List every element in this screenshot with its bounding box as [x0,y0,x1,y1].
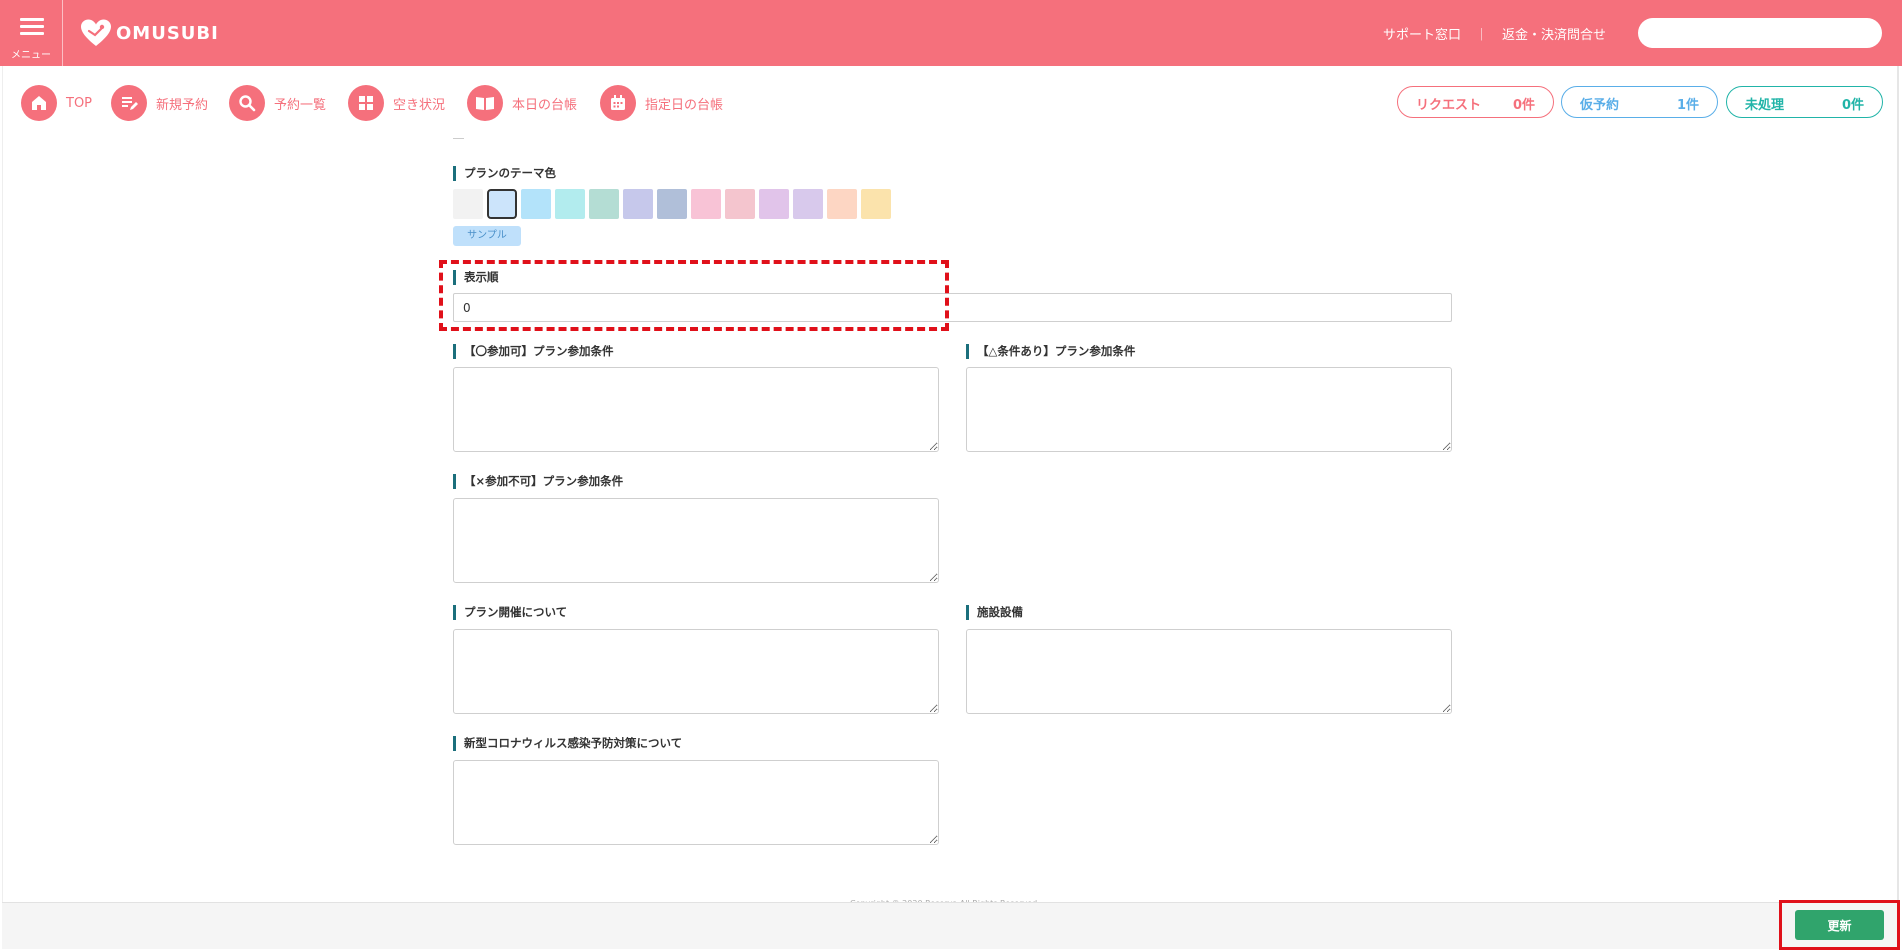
counter-value: 0件 [1512,98,1535,113]
color-swatch[interactable] [861,189,891,219]
heart-logo-icon [81,19,111,46]
nav-item-availability[interactable]: 空き状況 [348,84,445,122]
edit-list-icon [111,85,147,121]
search-icon [229,85,265,121]
support-link[interactable]: サポート窓口 [1383,24,1461,43]
nav-item-date-ledger[interactable]: 指定日の台帳 [600,84,723,122]
header-separator: ｜ [1474,28,1488,43]
hamburger-icon [20,18,44,36]
unprocessed-counter[interactable]: 未処理 0件 [1726,86,1883,118]
color-swatch[interactable] [555,189,585,219]
color-swatch[interactable] [759,189,789,219]
menu-button[interactable]: メニュー [0,0,63,66]
nav-label: TOP [66,95,93,111]
update-button[interactable]: 更新 [1795,910,1884,940]
facilities-textarea[interactable] [966,629,1452,714]
nav-item-top[interactable]: TOP [21,84,92,122]
footer-bar [2,902,1900,949]
color-swatch[interactable] [521,189,551,219]
calendar-icon [600,85,636,121]
color-swatch[interactable] [589,189,619,219]
cond-ok-textarea[interactable] [453,367,939,452]
cond-partial-textarea[interactable] [966,367,1452,452]
divider [453,138,464,139]
grid-icon [348,85,384,121]
color-swatch[interactable] [827,189,857,219]
counter-value: 0件 [1841,98,1864,113]
color-swatch[interactable] [793,189,823,219]
color-swatch[interactable] [623,189,653,219]
color-swatch[interactable] [487,189,517,219]
counter-label: 未処理 [1745,98,1785,113]
color-swatch[interactable] [657,189,687,219]
provisional-counter[interactable]: 仮予約 1件 [1561,86,1718,118]
logo-text: OMUSUBI [116,22,219,44]
counter-label: リクエスト [1416,98,1482,113]
cond-ok-label: 【〇参加可】プラン参加条件 [453,344,614,359]
facilities-label: 施設設備 [966,605,1023,620]
book-icon [467,85,503,121]
covid-measures-label: 新型コロナウィルス感染予防対策について [453,736,682,751]
nav-item-new-reservation[interactable]: 新規予約 [111,84,208,122]
color-swatch[interactable] [725,189,755,219]
color-swatch[interactable] [691,189,721,219]
theme-sample-badge: サンプル [453,226,521,246]
color-swatch[interactable] [453,189,483,219]
counter-label: 仮予約 [1580,98,1620,113]
nav-label: 予約一覧 [274,97,327,113]
cond-ng-label: 【×参加不可】プラン参加条件 [453,474,623,489]
header-search-input[interactable] [1638,18,1882,48]
plan-about-label: プラン開催について [453,605,567,620]
refund-inquiry-link[interactable]: 返金・決済問合せ [1502,24,1606,43]
nav-label: 本日の台帳 [512,97,578,113]
request-counter[interactable]: リクエスト 0件 [1397,86,1554,118]
cond-partial-label: 【△条件あり】プラン参加条件 [966,344,1135,359]
nav-item-reservation-list[interactable]: 予約一覧 [229,84,326,122]
cond-ng-textarea[interactable] [453,498,939,583]
top-header: メニュー OMUSUBI サポート窓口 ｜ 返金・決済問合せ [0,0,1902,66]
content-right-border [1897,66,1899,948]
display-order-input[interactable] [453,293,1452,322]
menu-label: メニュー [11,50,51,61]
theme-color-label: プランのテーマ色 [453,166,556,181]
logo[interactable]: OMUSUBI [80,18,219,48]
nav-label: 新規予約 [156,97,209,113]
nav-label: 空き状況 [393,97,446,113]
display-order-label: 表示順 [453,270,499,285]
header-links: サポート窓口 ｜ 返金・決済問合せ [1383,24,1606,43]
home-icon [21,85,57,121]
theme-color-swatches [453,189,895,219]
content-left-border [2,66,3,948]
plan-about-textarea[interactable] [453,629,939,714]
covid-measures-textarea[interactable] [453,760,939,845]
nav-item-today-ledger[interactable]: 本日の台帳 [467,84,577,122]
nav-label: 指定日の台帳 [645,97,724,113]
counter-value: 1件 [1676,98,1699,113]
